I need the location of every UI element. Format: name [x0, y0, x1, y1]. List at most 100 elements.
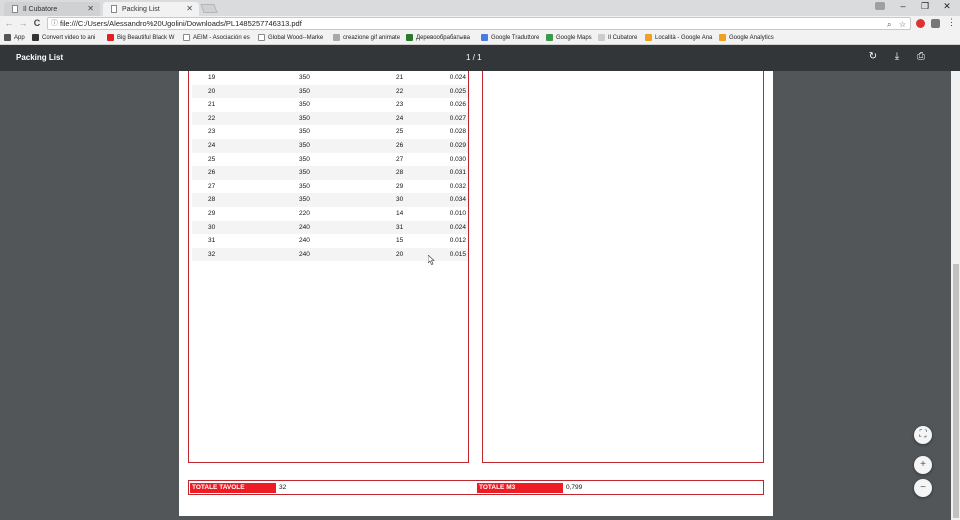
- tab-label: Packing List: [122, 5, 160, 13]
- current-page[interactable]: 1: [466, 53, 470, 62]
- back-button[interactable]: ←: [3, 18, 15, 28]
- row-number-cell: 31: [208, 237, 216, 245]
- address-bar[interactable]: ⓘ file:///C:/Users/Alessandro%20Ugolini/…: [47, 17, 911, 30]
- print-icon[interactable]: ⎙: [914, 51, 928, 62]
- bookmark-item[interactable]: Google Analytics: [719, 34, 774, 41]
- page-separator: /: [472, 53, 475, 62]
- extension-grey-icon[interactable]: [931, 19, 940, 28]
- table-row: 27 350 29 0.032: [192, 180, 468, 194]
- page-icon: [12, 5, 18, 13]
- row-number-cell: 23: [208, 128, 216, 136]
- total-m3-value: 0,799: [566, 484, 583, 491]
- row-number-cell: 25: [208, 155, 216, 163]
- translate-icon: [481, 34, 488, 41]
- quantity-cell: 31: [396, 223, 404, 231]
- total-pages: 1: [477, 53, 482, 62]
- table-row: 26 350 28 0.031: [192, 166, 468, 180]
- length-cell: 220: [299, 210, 310, 217]
- bookmark-item[interactable]: Località - Google Ana: [645, 34, 712, 41]
- fit-page-button[interactable]: ⛶: [914, 426, 932, 444]
- volume-cell: 0.028: [449, 128, 466, 136]
- length-cell: 350: [299, 169, 310, 177]
- table-row: 19 350 21 0.024: [192, 71, 468, 85]
- analytics-icon: [645, 34, 652, 41]
- zoom-out-button[interactable]: −: [914, 479, 932, 497]
- close-tab-icon[interactable]: ✕: [87, 4, 94, 13]
- right-table-panel: [482, 71, 764, 463]
- restore-button[interactable]: ❐: [915, 1, 935, 12]
- forward-button[interactable]: →: [17, 18, 29, 28]
- close-window-button[interactable]: ✕: [937, 1, 957, 12]
- volume-cell: 0.030: [449, 155, 466, 163]
- tab-il-cubatore[interactable]: Il Cubatore ✕: [4, 2, 100, 16]
- tab-packing-list[interactable]: Packing List ✕: [103, 2, 199, 16]
- mouse-cursor-icon: [428, 255, 435, 265]
- row-number-cell: 22: [208, 114, 216, 122]
- bookmark-item[interactable]: Convert video to ani: [32, 34, 95, 41]
- bookmark-label: Google Maps: [556, 34, 592, 41]
- volume-cell: 0.010: [449, 210, 466, 217]
- youtube-icon: [107, 34, 114, 41]
- bookmark-item[interactable]: AEIM - Asociación es: [183, 34, 250, 41]
- table-row: 21 350 23 0.026: [192, 98, 468, 112]
- page-icon: [258, 34, 265, 41]
- row-number-cell: 32: [208, 250, 216, 258]
- close-tab-icon[interactable]: ✕: [186, 4, 193, 13]
- row-number-cell: 30: [208, 223, 216, 231]
- document-title: Packing List: [16, 53, 64, 62]
- new-tab-button[interactable]: [200, 4, 218, 13]
- bookmark-item[interactable]: Google Maps: [546, 34, 592, 41]
- bookmark-item[interactable]: Il Cubatore: [598, 34, 637, 41]
- pdf-page: 19 350 21 0.024 20 350 22 0.025 21 350 23 0.026 22 35…: [179, 71, 773, 516]
- zoom-icon[interactable]: ⌕: [887, 19, 891, 30]
- leaf-icon: [406, 34, 413, 41]
- bookmark-item[interactable]: Google Traduttore: [481, 34, 539, 41]
- bookmark-item[interactable]: Global Wood--Marke: [258, 34, 323, 41]
- page-icon: [598, 34, 605, 41]
- row-number-cell: 21: [208, 101, 216, 109]
- scrollbar-thumb[interactable]: [953, 264, 959, 518]
- volume-cell: 0.031: [449, 169, 466, 177]
- volume-cell: 0.027: [449, 114, 466, 122]
- reload-button[interactable]: C: [31, 18, 43, 28]
- film-icon: [32, 34, 39, 41]
- page-icon: [183, 34, 190, 41]
- totals-bar: TOTALE TAVOLE 32 TOTALE M3 0,799: [188, 480, 764, 495]
- minimize-button[interactable]: –: [893, 1, 913, 11]
- quantity-cell: 21: [396, 74, 404, 81]
- length-cell: 350: [299, 142, 310, 149]
- volume-cell: 0.034: [449, 196, 466, 204]
- table-row: 28 350 30 0.034: [192, 193, 468, 207]
- bookmark-label: App: [14, 34, 25, 41]
- bookmark-star-icon[interactable]: ☆: [899, 19, 906, 30]
- info-icon[interactable]: ⓘ: [51, 18, 58, 29]
- extension-red-icon[interactable]: [916, 19, 925, 28]
- row-number-cell: 27: [208, 182, 216, 190]
- pdf-toolbar: Packing List 1 / 1 ↻ ⤓ ⎙: [0, 45, 960, 71]
- bookmark-label: creazione gif animate: [343, 34, 401, 41]
- table-row: 25 350 27 0.030: [192, 153, 468, 167]
- bookmark-item[interactable]: Big Beautiful Black W: [107, 34, 174, 41]
- bookmark-item[interactable]: creazione gif animate: [333, 34, 400, 41]
- volume-cell: 0.032: [449, 182, 466, 190]
- bookmark-apps[interactable]: App: [4, 34, 25, 41]
- star-icon: [333, 34, 340, 41]
- rotate-icon[interactable]: ↻: [866, 51, 880, 62]
- table-row: 30 240 31 0.024: [192, 220, 468, 235]
- quantity-cell: 14: [396, 210, 404, 217]
- analytics-icon: [719, 34, 726, 41]
- bookmark-item[interactable]: Деревообрабатыва: [406, 34, 470, 41]
- row-number-cell: 28: [208, 196, 216, 204]
- length-cell: 350: [299, 196, 310, 204]
- bookmark-label: Google Analytics: [729, 34, 774, 41]
- volume-cell: 0.024: [449, 223, 466, 231]
- download-icon[interactable]: ⤓: [890, 51, 904, 62]
- quantity-cell: 28: [396, 169, 404, 177]
- profile-icon[interactable]: [875, 2, 885, 10]
- zoom-in-button[interactable]: +: [914, 456, 932, 474]
- length-cell: 350: [299, 87, 310, 95]
- menu-icon[interactable]: ⋮: [947, 17, 956, 28]
- row-number-cell: 24: [208, 142, 216, 149]
- table-row: 20 350 22 0.025: [192, 84, 468, 99]
- table-row: 31 240 15 0.012: [192, 234, 468, 248]
